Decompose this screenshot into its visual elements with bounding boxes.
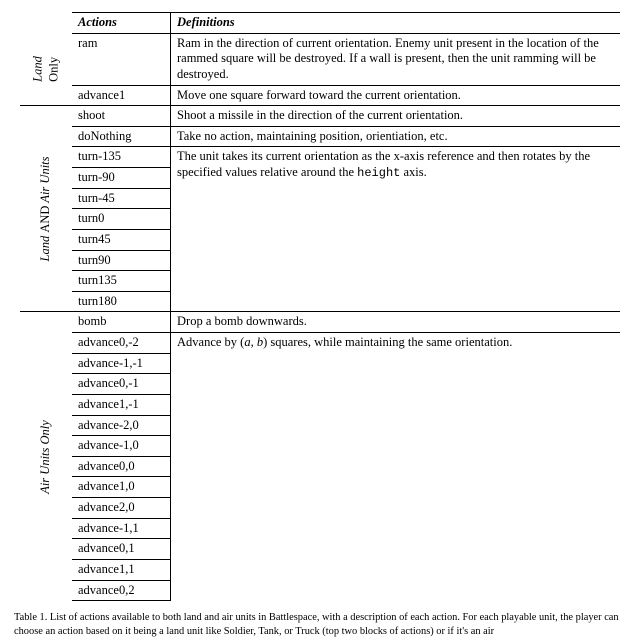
action-name: advance1,0: [72, 477, 171, 498]
category-air-only: Air Units Only: [20, 312, 72, 601]
action-name: advance0,-1: [72, 374, 171, 395]
action-definition: Ram in the direction of current orientat…: [171, 33, 621, 85]
action-name: doNothing: [72, 126, 171, 147]
action-name: shoot: [72, 106, 171, 127]
action-name: advance2,0: [72, 498, 171, 519]
action-name: advance0,2: [72, 580, 171, 601]
action-name: turn-135: [72, 147, 171, 168]
action-name: advance0,1: [72, 539, 171, 560]
action-name: advance1,-1: [72, 394, 171, 415]
action-name: turn0: [72, 209, 171, 230]
action-definition: Move one square forward toward the curre…: [171, 85, 621, 106]
action-name: advance0,-2: [72, 333, 171, 354]
table-row: Air Units Only bomb Drop a bomb downward…: [20, 312, 620, 333]
action-name: advance-2,0: [72, 415, 171, 436]
table-header-row: Actions Definitions: [20, 13, 620, 34]
actions-table: Actions Definitions LandOnly ram Ram in …: [20, 12, 620, 601]
action-name: turn-90: [72, 168, 171, 189]
action-name: turn90: [72, 250, 171, 271]
action-definition: Take no action, maintaining position, or…: [171, 126, 621, 147]
action-definition: Shoot a missile in the direction of the …: [171, 106, 621, 127]
category-land-and-air: Land AND Air Units: [20, 106, 72, 312]
table-row: Land AND Air Units shoot Shoot a missile…: [20, 106, 620, 127]
action-name: advance-1,-1: [72, 353, 171, 374]
action-name: bomb: [72, 312, 171, 333]
header-actions: Actions: [72, 13, 171, 34]
action-name: advance-1,1: [72, 518, 171, 539]
action-name: advance-1,0: [72, 436, 171, 457]
header-definitions: Definitions: [171, 13, 621, 34]
table-caption: Table 1. List of actions available to bo…: [10, 611, 630, 639]
action-name: advance1: [72, 85, 171, 106]
action-definition-advance: Advance by (a, b) squares, while maintai…: [171, 333, 621, 601]
action-name: turn45: [72, 229, 171, 250]
table-row: turn-135 The unit takes its current orie…: [20, 147, 620, 168]
table-row: advance0,-2 Advance by (a, b) squares, w…: [20, 333, 620, 354]
action-name: ram: [72, 33, 171, 85]
action-name: turn-45: [72, 188, 171, 209]
action-name: advance1,1: [72, 559, 171, 580]
action-name: advance0,0: [72, 456, 171, 477]
category-land-only: LandOnly: [20, 33, 72, 106]
action-name: turn135: [72, 271, 171, 292]
table-row: doNothing Take no action, maintaining po…: [20, 126, 620, 147]
action-definition-turns: The unit takes its current orientation a…: [171, 147, 621, 312]
table-row: advance1 Move one square forward toward …: [20, 85, 620, 106]
action-name: turn180: [72, 291, 171, 312]
action-definition: Drop a bomb downwards.: [171, 312, 621, 333]
table-row: LandOnly ram Ram in the direction of cur…: [20, 33, 620, 85]
